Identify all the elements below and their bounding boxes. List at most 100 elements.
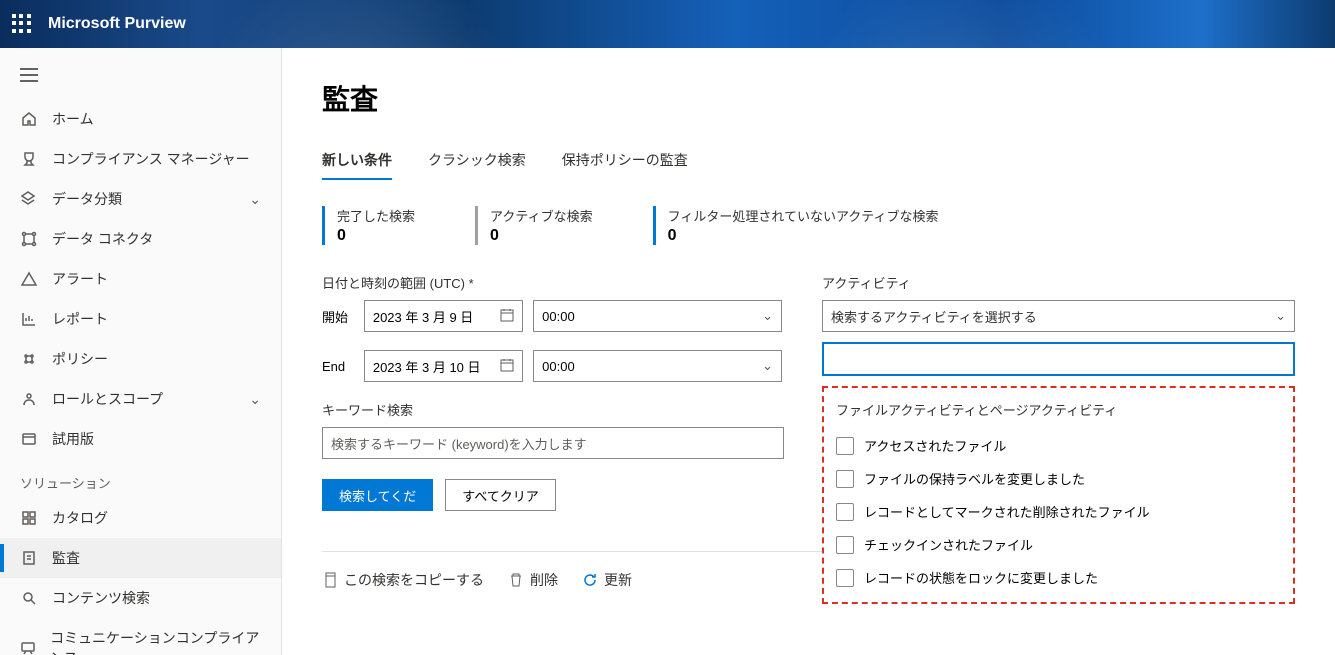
stat-active: アクティブな検索 0: [475, 206, 593, 245]
delete-button[interactable]: 削除: [508, 570, 558, 590]
communication-icon: [20, 639, 36, 655]
stat-value: 0: [337, 227, 415, 245]
end-time-input[interactable]: 00:00 ⌄: [533, 350, 782, 382]
tab-new-search[interactable]: 新しい条件: [322, 142, 392, 178]
sidebar-item-catalog[interactable]: カタログ: [0, 498, 281, 538]
refresh-button[interactable]: 更新: [582, 570, 632, 590]
divider: [322, 551, 842, 552]
activity-dropdown-panel: ファイルアクティビティとページアクティビティ アクセスされたファイル ファイルの…: [822, 386, 1295, 604]
footer-actions: この検索をコピーする 削除 更新: [322, 570, 782, 590]
keyword-input[interactable]: 検索するキーワード (keyword)を入力します: [322, 427, 784, 459]
chevron-down-icon: ⌄: [249, 391, 261, 408]
sidebar-item-compliance-manager[interactable]: コンプライアンス マネージャー: [0, 139, 281, 179]
sidebar-item-trial[interactable]: 試用版: [0, 419, 281, 459]
copy-label: この検索をコピーする: [344, 570, 484, 590]
trash-icon: [508, 572, 524, 588]
copy-search-button[interactable]: この検索をコピーする: [322, 570, 484, 590]
sidebar-item-label: ポリシー: [52, 349, 108, 369]
clear-all-button[interactable]: すべてクリア: [445, 479, 556, 511]
sidebar-item-reports[interactable]: レポート: [0, 299, 281, 339]
tab-classic-search[interactable]: クラシック検索: [428, 142, 526, 178]
stat-completed: 完了した検索 0: [322, 206, 415, 245]
chevron-down-icon: ⌄: [1275, 308, 1286, 324]
activity-search-box[interactable]: [822, 342, 1295, 376]
sidebar-item-label: ホーム: [52, 109, 94, 129]
product-title: Microsoft Purview: [48, 15, 186, 33]
start-time-input[interactable]: 00:00 ⌄: [533, 300, 782, 332]
tabs: 新しい条件 クラシック検索 保持ポリシーの監査: [322, 142, 1295, 178]
option-label: アクセスされたファイル: [864, 436, 1006, 455]
app-header: Microsoft Purview: [0, 0, 1335, 48]
activity-select[interactable]: 検索するアクティビティを選択する ⌄: [822, 300, 1295, 332]
end-label: End: [322, 359, 354, 374]
sidebar: ホーム コンプライアンス マネージャー データ分類 ⌄ データ コネクタ アラー…: [0, 48, 282, 655]
sidebar-item-alerts[interactable]: アラート: [0, 259, 281, 299]
sidebar-item-label: データ分類: [52, 189, 122, 209]
end-date-value: 2023 年 3 月 10 日: [373, 357, 481, 376]
refresh-label: 更新: [604, 570, 632, 590]
connector-icon: [20, 230, 38, 248]
sidebar-item-label: ロールとスコープ: [52, 389, 163, 409]
tag-icon: [20, 190, 38, 208]
dropdown-options-list[interactable]: アクセスされたファイル ファイルの保持ラベルを変更しました レコードとしてマーク…: [836, 429, 1289, 594]
sidebar-item-data-classification[interactable]: データ分類 ⌄: [0, 179, 281, 219]
sidebar-item-label: 監査: [52, 548, 80, 568]
sidebar-item-label: コミュニケーションコンプライアンス: [50, 628, 261, 655]
end-time-value: 00:00: [542, 359, 575, 374]
activity-option[interactable]: ファイルの保持ラベルを変更しました: [836, 462, 1285, 495]
sidebar-item-label: アラート: [52, 269, 108, 289]
tab-retention-audit[interactable]: 保持ポリシーの監査: [562, 142, 688, 178]
keyword-placeholder: 検索するキーワード (keyword)を入力します: [331, 434, 587, 453]
chevron-down-icon: ⌄: [762, 358, 773, 374]
activity-label: アクティビティ: [822, 273, 1295, 292]
sidebar-section-label: ソリューション: [0, 459, 281, 498]
stat-label: 完了した検索: [337, 206, 415, 225]
activity-option[interactable]: レコードとしてマークされた削除されたファイル: [836, 495, 1285, 528]
sidebar-item-data-connectors[interactable]: データ コネクタ: [0, 219, 281, 259]
sidebar-item-content-search[interactable]: コンテンツ検索: [0, 578, 281, 618]
sidebar-item-label: レポート: [52, 309, 108, 329]
chevron-down-icon: ⌄: [762, 308, 773, 324]
activity-option[interactable]: アクセスされたファイル: [836, 429, 1285, 462]
calendar-icon: [500, 308, 514, 325]
option-label: ファイルの保持ラベルを変更しました: [864, 469, 1085, 488]
home-icon: [20, 110, 38, 128]
stat-value: 0: [490, 227, 593, 245]
checkbox-icon[interactable]: [836, 569, 854, 587]
activity-option[interactable]: レコードの状態をロックに変更しました: [836, 561, 1285, 594]
stat-unfiltered: フィルター処理されていないアクティブな検索 0: [653, 206, 939, 245]
sidebar-item-home[interactable]: ホーム: [0, 99, 281, 139]
catalog-icon: [20, 509, 38, 527]
search-icon: [20, 589, 38, 607]
checkbox-icon[interactable]: [836, 503, 854, 521]
activity-value: 検索するアクティビティを選択する: [831, 307, 1037, 326]
hamburger-menu-icon[interactable]: [0, 56, 281, 99]
policy-icon: [20, 350, 38, 368]
sidebar-item-communication-compliance[interactable]: コミュニケーションコンプライアンス: [0, 618, 281, 655]
activity-option[interactable]: チェックインされたファイル: [836, 528, 1285, 561]
activity-search-input[interactable]: [832, 352, 1285, 367]
audit-icon: [20, 549, 38, 567]
start-date-input[interactable]: 2023 年 3 月 9 日: [364, 300, 523, 332]
start-time-value: 00:00: [542, 309, 575, 324]
checkbox-icon[interactable]: [836, 536, 854, 554]
checkbox-icon[interactable]: [836, 470, 854, 488]
stat-label: アクティブな検索: [490, 206, 593, 225]
option-label: チェックインされたファイル: [864, 535, 1033, 554]
checkbox-icon[interactable]: [836, 437, 854, 455]
sidebar-item-audit[interactable]: 監査: [0, 538, 281, 578]
end-date-input[interactable]: 2023 年 3 月 10 日: [364, 350, 523, 382]
app-launcher-icon[interactable]: [12, 14, 32, 34]
date-range-label: 日付と時刻の範囲 (UTC) *: [322, 273, 782, 292]
roles-icon: [20, 390, 38, 408]
option-label: レコードの状態をロックに変更しました: [864, 568, 1098, 587]
sidebar-item-policy[interactable]: ポリシー: [0, 339, 281, 379]
alert-icon: [20, 270, 38, 288]
search-button[interactable]: 検索してくだ: [322, 479, 433, 511]
stat-label: フィルター処理されていないアクティブな検索: [668, 206, 939, 225]
chevron-down-icon: ⌄: [249, 191, 261, 208]
start-date-value: 2023 年 3 月 9 日: [373, 307, 473, 326]
start-label: 開始: [322, 307, 354, 326]
sidebar-item-roles[interactable]: ロールとスコープ ⌄: [0, 379, 281, 419]
trophy-icon: [20, 150, 38, 168]
